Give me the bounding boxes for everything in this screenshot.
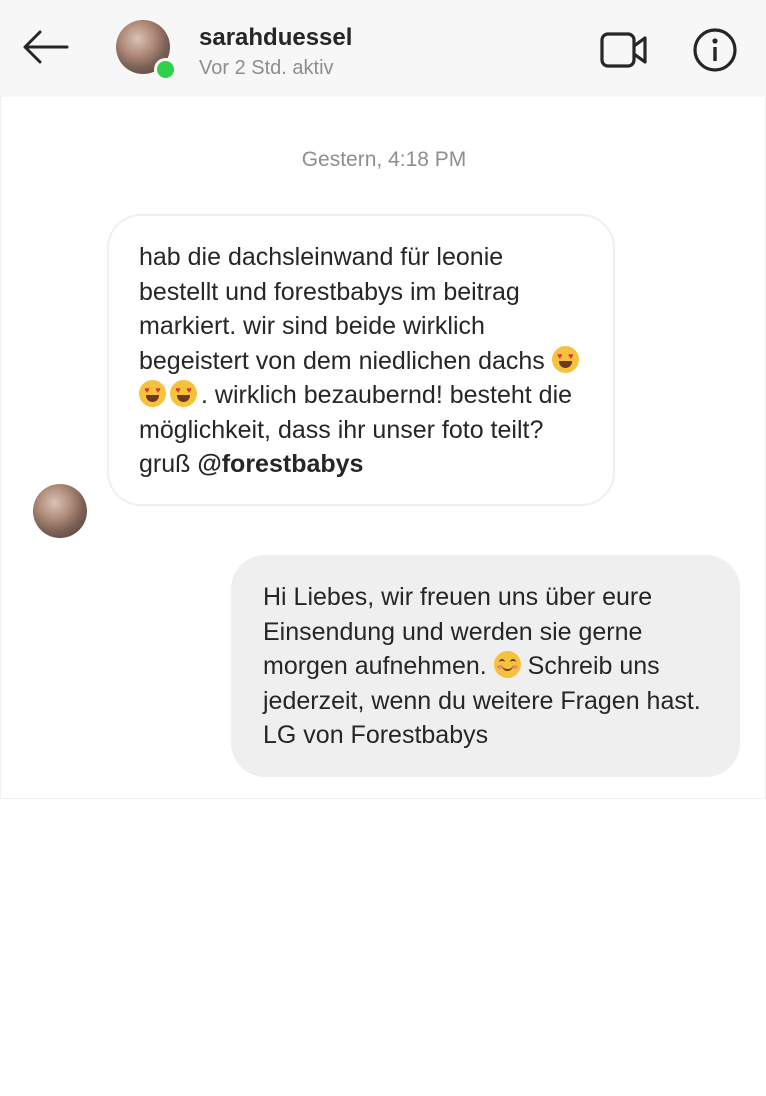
mention-link[interactable]: @forestbabys <box>197 450 363 478</box>
incoming-message[interactable]: hab die dachsleinwand für leonie bestell… <box>107 214 615 506</box>
info-button[interactable] <box>690 26 740 74</box>
profile-avatar[interactable] <box>116 20 177 81</box>
smiling-face-emoji <box>493 651 521 678</box>
sender-avatar[interactable] <box>33 484 87 538</box>
username[interactable]: sarahduessel <box>199 24 352 52</box>
message-timestamp: Gestern, 4:18 PM <box>301 148 467 171</box>
back-button[interactable] <box>18 24 72 70</box>
activity-status: Vor 2 Std. aktiv <box>199 57 334 79</box>
incoming-text-part-1: hab die dachsleinwand für leonie bestell… <box>139 243 552 375</box>
outgoing-message[interactable]: Hi Liebes, wir freuen uns über eure Eins… <box>231 555 740 777</box>
heart-eyes-emoji: ♥ ♥ <box>139 380 166 407</box>
chat-header: sarahduessel Vor 2 Std. aktiv <box>0 0 766 97</box>
arrow-left-icon <box>23 30 69 64</box>
video-camera-icon <box>600 32 647 68</box>
video-call-button[interactable] <box>596 26 652 74</box>
info-circle-icon <box>693 28 737 72</box>
heart-eyes-emoji: ♥ ♥ <box>551 345 579 373</box>
online-indicator <box>154 58 177 81</box>
heart-eyes-emoji: ♥ ♥ <box>170 380 197 407</box>
message-thread[interactable]: Gestern, 4:18 PM hab die dachsleinwand f… <box>0 97 766 799</box>
